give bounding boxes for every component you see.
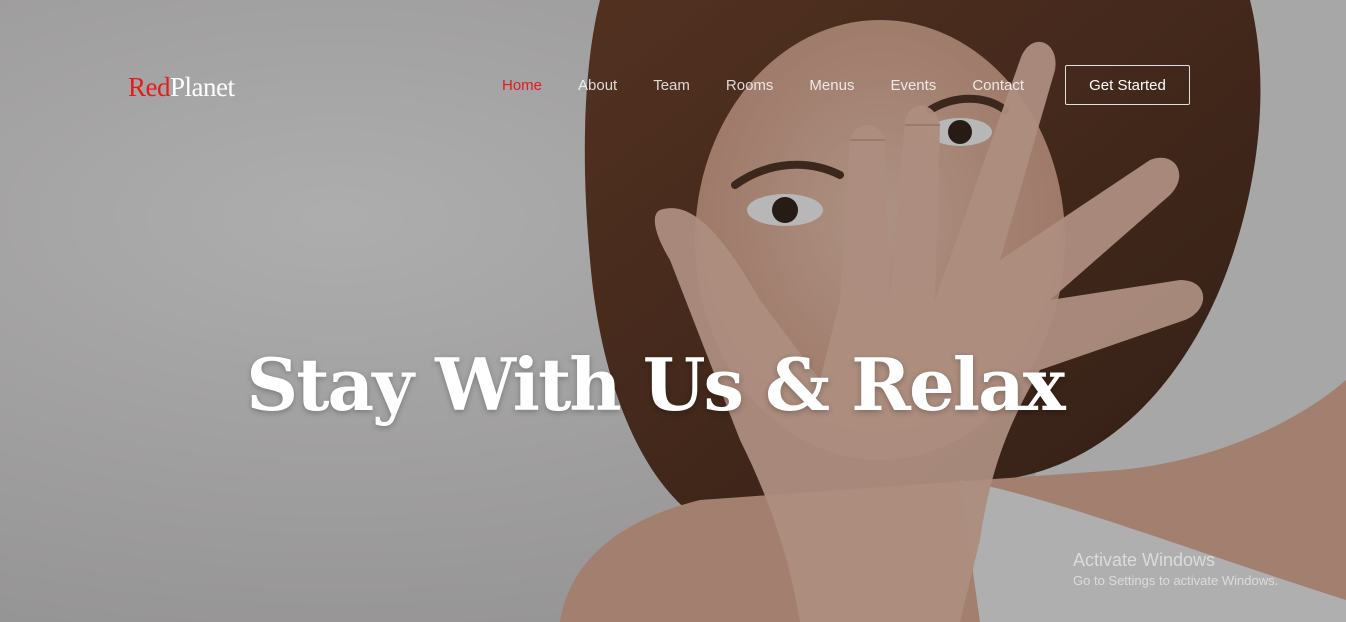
brand-logo-white-part: Planet [170, 72, 235, 102]
main-nav: Home About Team Rooms Menus Events Conta… [484, 66, 1042, 106]
watermark-title: Activate Windows [1073, 550, 1216, 570]
get-started-button[interactable]: Get Started [1065, 65, 1190, 105]
brand-logo[interactable]: RedPlanet [128, 70, 235, 104]
nav-item-team[interactable]: Team [635, 66, 708, 106]
nav-item-contact[interactable]: Contact [954, 66, 1042, 106]
activate-windows-watermark: Activate Windows Go to Settings to activ… [1073, 549, 1278, 591]
brand-logo-red-part: Red [128, 72, 171, 102]
watermark-subtitle: Go to Settings to activate Windows. [1073, 573, 1279, 588]
nav-item-about[interactable]: About [560, 66, 635, 106]
nav-item-menus[interactable]: Menus [791, 66, 872, 106]
nav-item-rooms[interactable]: Rooms [708, 66, 792, 106]
hero-headline: Stay With Us & Relax [246, 342, 1065, 427]
nav-item-events[interactable]: Events [872, 66, 954, 106]
nav-item-home[interactable]: Home [484, 66, 560, 106]
hero-section: RedPlanet Home About Team Rooms Menus Ev… [0, 0, 1346, 622]
